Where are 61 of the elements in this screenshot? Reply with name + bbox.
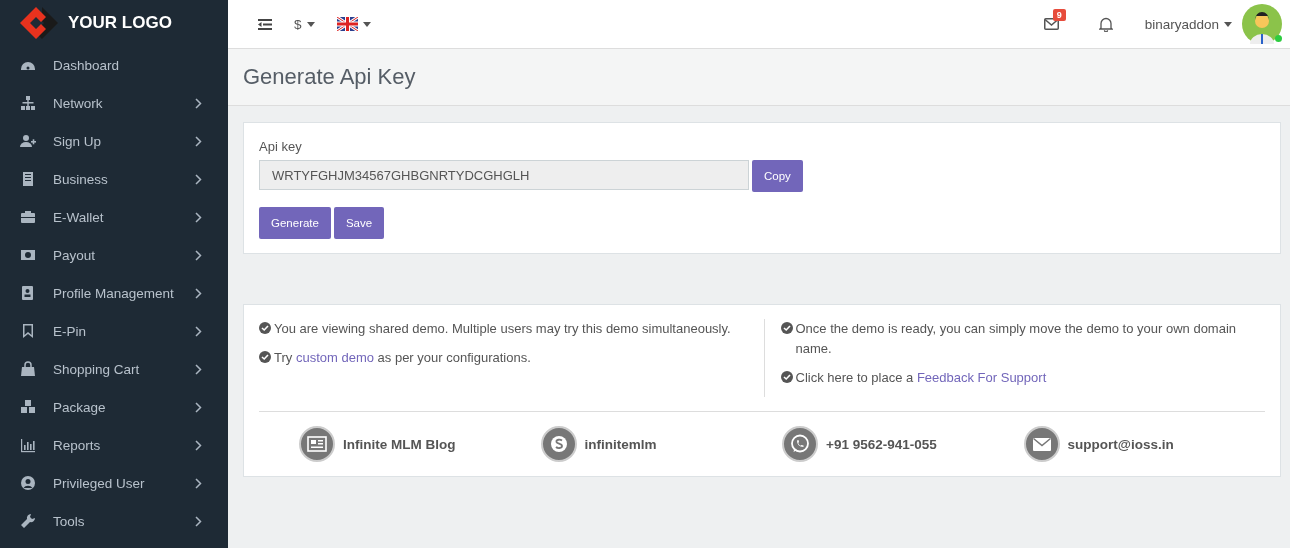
caret-icon — [306, 21, 315, 27]
banknote-icon — [20, 247, 36, 263]
sidebar-item[interactable]: Sign Up — [0, 122, 228, 160]
save-button[interactable]: Save — [333, 207, 385, 239]
briefcase-icon — [20, 209, 36, 225]
language-dropdown[interactable] — [336, 17, 371, 31]
bell-icon[interactable] — [1098, 16, 1113, 32]
blog-contact[interactable]: Infinite MLM Blog — [343, 436, 456, 452]
user-menu[interactable]: binaryaddon — [1144, 16, 1232, 32]
check-circle-icon — [259, 322, 271, 334]
check-circle-icon — [259, 351, 271, 363]
mail-count-badge: 9 — [1052, 9, 1066, 21]
sidebar-item[interactable]: Business — [0, 160, 228, 198]
sidebar-item[interactable]: Payout — [0, 236, 228, 274]
page-title: Generate Api Key — [243, 64, 416, 90]
info-note: Click here to place a Feedback For Support — [795, 369, 1047, 387]
cubes-icon — [20, 399, 36, 415]
info-note: Try custom demo as per your configurations. — [274, 349, 531, 367]
sidebar-item[interactable]: Dashboard — [0, 46, 228, 84]
bookmark-icon — [20, 323, 36, 339]
caret-icon — [362, 21, 371, 27]
sidebar-item[interactable]: E-Pin — [0, 312, 228, 350]
info-note: You are viewing shared demo. Multiple users may try this demo simultaneously. — [274, 320, 731, 338]
user-plus-icon — [20, 133, 36, 149]
sidebar-item[interactable]: Tools — [0, 502, 228, 540]
menu-toggle-icon[interactable] — [258, 18, 272, 30]
check-circle-icon — [780, 371, 793, 383]
sidebar-item[interactable]: E-Wallet — [0, 198, 228, 236]
sidebar-item[interactable]: Privileged User — [0, 464, 228, 502]
api-key-label: Api key — [259, 139, 303, 154]
sidebar-item[interactable]: Package — [0, 388, 228, 426]
bar-chart-icon — [20, 437, 36, 453]
sidebar-item[interactable]: Profile Management — [0, 274, 228, 312]
info-link[interactable]: Feedback For Support — [916, 370, 1047, 385]
shopping-bag-icon — [20, 361, 36, 377]
logo-text: YOUR LOGO — [68, 13, 172, 33]
skype-icon[interactable] — [540, 426, 577, 462]
caret-icon — [1224, 21, 1232, 27]
whatsapp-icon[interactable] — [782, 426, 818, 462]
mail-contact[interactable]: support@ioss.in — [1067, 436, 1174, 452]
api-key-field[interactable]: WRTYFGHJM34567GHBGNRTYDCGHGLH — [259, 160, 749, 190]
sidebar-item[interactable]: Shopping Cart — [0, 350, 228, 388]
sitemap-icon — [20, 95, 36, 111]
contact-card-icon — [20, 285, 36, 301]
avatar-icon[interactable] — [1242, 4, 1282, 44]
user-circle-icon — [20, 475, 36, 491]
generate-button[interactable]: Generate — [259, 207, 331, 239]
flag-icon — [336, 17, 358, 31]
building-icon — [20, 171, 36, 187]
check-circle-icon — [780, 322, 793, 334]
newspaper-icon[interactable] — [299, 426, 335, 462]
whatsapp-contact[interactable]: +91 9562-941-055 — [826, 436, 937, 452]
currency-dropdown[interactable]: $ — [294, 16, 315, 32]
skype-contact[interactable]: infinitemlm — [584, 436, 657, 452]
copy-button[interactable]: Copy — [752, 160, 803, 192]
wrench-icon — [20, 513, 36, 529]
info-note: Once the demo is ready, you can simply move the demo to your own domain name. — [795, 320, 1238, 358]
sidebar-item[interactable]: Network — [0, 84, 228, 122]
mail-icon[interactable] — [1043, 18, 1059, 30]
sidebar-item[interactable]: Reports — [0, 426, 228, 464]
info-link[interactable]: custom demo — [295, 350, 374, 365]
